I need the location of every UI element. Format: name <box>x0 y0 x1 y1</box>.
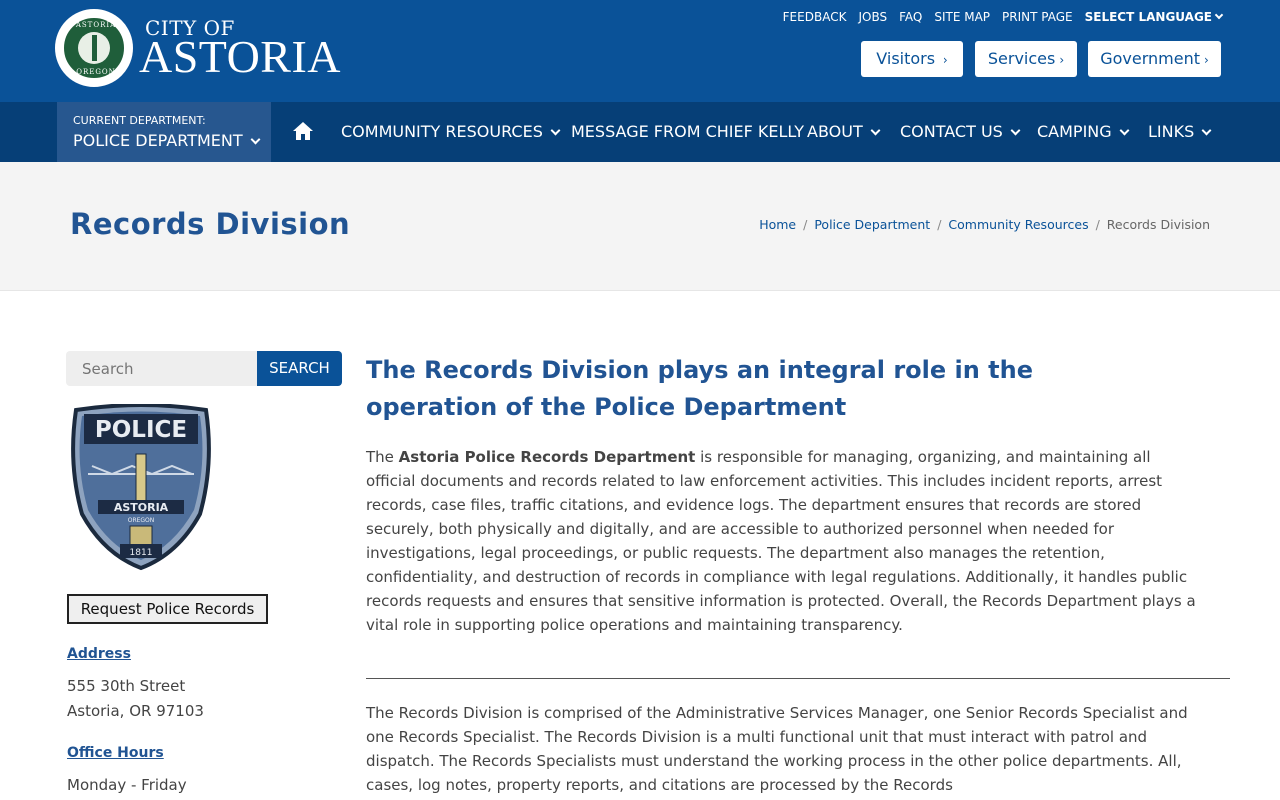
department-label: CURRENT DEPARTMENT: <box>73 114 206 127</box>
chevron-down-icon <box>1201 125 1212 136</box>
services-button[interactable]: Services › <box>975 41 1077 77</box>
divider <box>366 678 1230 679</box>
nav-item-contact-us[interactable]: CONTACT US <box>900 122 1021 141</box>
chevron-down-icon <box>1010 125 1021 136</box>
breadcrumb-home[interactable]: Home <box>759 217 796 232</box>
faq-link[interactable]: FAQ <box>899 10 922 24</box>
seal-top-text: ASTORIA <box>75 21 117 29</box>
select-language-label: SELECT LANGUAGE <box>1084 10 1212 24</box>
nav-item-label: ABOUT <box>807 122 863 141</box>
breadcrumb-separator: / <box>1095 217 1100 232</box>
chevron-down-icon <box>550 125 561 136</box>
chevron-down-icon <box>1214 10 1224 20</box>
government-button[interactable]: Government › <box>1088 41 1221 77</box>
nav-item-label: CONTACT US <box>900 122 1003 141</box>
chevron-down-icon <box>250 134 261 145</box>
breadcrumb: Home / Police Department / Community Resourc… <box>759 217 1210 232</box>
nav-item-label: LINKS <box>1148 122 1195 141</box>
chevron-down-icon <box>870 125 881 136</box>
print-page-link[interactable]: PRINT PAGE <box>1002 10 1073 24</box>
utility-links: FEEDBACK JOBS FAQ SITE MAP PRINT PAGE SE… <box>783 10 1224 24</box>
nav-item-message-from-chief[interactable]: MESSAGE FROM CHIEF KELLY <box>571 122 804 141</box>
section-heading: The Records Division plays an integral r… <box>366 356 1034 421</box>
intro-bold: Astoria Police Records Department <box>398 448 696 466</box>
badge-year-text: 1811 <box>130 548 153 558</box>
department-value-text: POLICE DEPARTMENT <box>73 131 243 150</box>
chevron-right-icon: › <box>1203 53 1209 67</box>
government-label: Government <box>1100 49 1200 68</box>
services-label: Services <box>987 49 1056 68</box>
seal-bottom-text: OREGON <box>76 68 116 76</box>
page-title-band: Records Division Home / Police Department /… <box>0 162 1280 291</box>
visitors-label: Visitors <box>876 49 936 68</box>
nav-item-links[interactable]: LINKS <box>1148 122 1212 141</box>
main-nav: CURRENT DEPARTMENT: POLICE DEPARTMENT CO… <box>0 102 1280 162</box>
chevron-right-icon: › <box>939 53 948 67</box>
search-input[interactable] <box>66 351 257 386</box>
sidebar-search: SEARCH <box>66 351 342 386</box>
breadcrumb-police-department[interactable]: Police Department <box>814 217 930 232</box>
address-line1: 555 30th Street <box>67 677 186 695</box>
intro-start: The <box>366 448 399 466</box>
nav-item-label: CAMPING <box>1037 122 1112 141</box>
breadcrumb-community-resources[interactable]: Community Resources <box>948 217 1088 232</box>
seal-column-icon <box>92 35 97 61</box>
page-title: Records Division <box>70 207 351 241</box>
address-heading[interactable]: Address <box>67 646 131 662</box>
seal-inner: ASTORIA OREGON <box>62 16 126 80</box>
nav-item-label: COMMUNITY RESOURCES <box>341 122 543 141</box>
feedback-link[interactable]: FEEDBACK <box>783 10 847 24</box>
second-paragraph: The Records Division is comprised of the… <box>366 704 1188 794</box>
site-header: ASTORIA OREGON CITY OF ASTORIA FEEDBACK … <box>0 0 1280 102</box>
city-seal-logo[interactable]: ASTORIA OREGON <box>55 9 133 87</box>
department-value: POLICE DEPARTMENT <box>73 131 261 150</box>
office-hours-line1: Monday - Friday <box>67 776 187 794</box>
address-line2: Astoria, OR 97103 <box>67 702 204 720</box>
police-badge-image: POLICE ASTORIA OREGON 1811 <box>71 404 211 571</box>
breadcrumb-separator: / <box>937 217 942 232</box>
select-language-dropdown[interactable]: SELECT LANGUAGE <box>1084 10 1224 24</box>
visitors-button[interactable]: Visitors › <box>861 41 963 77</box>
intro-rest: is responsible for managing, organizing,… <box>366 448 1196 634</box>
badge-oregon-text: OREGON <box>128 517 155 524</box>
department-selector[interactable]: CURRENT DEPARTMENT: POLICE DEPARTMENT <box>57 102 271 162</box>
nav-item-community-resources[interactable]: COMMUNITY RESOURCES <box>341 122 561 141</box>
chevron-down-icon <box>1119 125 1130 136</box>
intro-paragraph: The Astoria Police Records Department is… <box>366 445 1202 637</box>
jobs-link[interactable]: JOBS <box>858 10 887 24</box>
chevron-right-icon: › <box>1059 53 1065 67</box>
nav-item-about[interactable]: ABOUT <box>807 122 881 141</box>
request-police-records-button[interactable]: Request Police Records <box>67 594 268 624</box>
badge-police-text: POLICE <box>95 417 187 443</box>
logo-name-text[interactable]: ASTORIA <box>139 33 341 81</box>
office-hours-heading[interactable]: Office Hours <box>67 745 164 761</box>
nav-item-label: MESSAGE FROM CHIEF KELLY <box>571 122 804 141</box>
breadcrumb-separator: / <box>803 217 808 232</box>
badge-astoria-text: ASTORIA <box>114 501 169 514</box>
search-button[interactable]: SEARCH <box>257 351 342 386</box>
breadcrumb-current: Records Division <box>1106 217 1210 232</box>
nav-item-camping[interactable]: CAMPING <box>1037 122 1130 141</box>
home-icon[interactable] <box>292 121 314 141</box>
site-map-link[interactable]: SITE MAP <box>934 10 990 24</box>
